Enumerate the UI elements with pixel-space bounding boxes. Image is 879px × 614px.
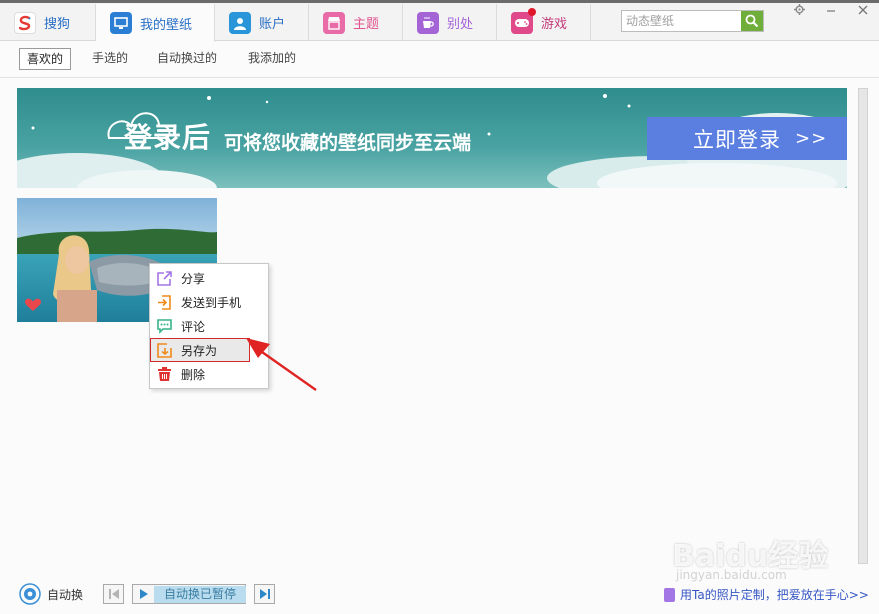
top-accent-line bbox=[0, 0, 879, 3]
search-input[interactable] bbox=[622, 11, 740, 31]
auto-change-gear-icon[interactable] bbox=[19, 583, 41, 605]
login-banner[interactable]: 登录后 可将您收藏的壁纸同步至云端 立即登录 >> bbox=[17, 88, 847, 188]
banner-subline: 可将您收藏的壁纸同步至云端 bbox=[224, 132, 472, 154]
skip-next-icon bbox=[259, 589, 270, 599]
share-icon bbox=[156, 270, 173, 287]
phone-case-icon bbox=[664, 587, 675, 602]
top-tab-bar: 搜狗 我的壁纸 账户 主题 别处 游戏 bbox=[0, 0, 879, 42]
menu-item-send-to-phone[interactable]: 发送到手机 bbox=[150, 290, 268, 314]
menu-item-comment-label: 评论 bbox=[181, 319, 206, 334]
gear-icon bbox=[793, 4, 805, 15]
auto-change-status: 自动换已暂停 bbox=[154, 586, 246, 603]
cup-icon bbox=[417, 11, 439, 34]
menu-item-save-as[interactable]: 另存为 bbox=[150, 338, 250, 362]
close-icon bbox=[858, 5, 868, 15]
subtab-liked[interactable]: 喜欢的 bbox=[19, 48, 72, 70]
login-now-label: 立即登录 bbox=[693, 127, 781, 152]
trash-icon bbox=[156, 366, 173, 383]
tab-themes-label: 主题 bbox=[353, 17, 380, 32]
tab-my-wallpapers[interactable]: 我的壁纸 bbox=[96, 4, 215, 42]
menu-item-send-to-phone-label: 发送到手机 bbox=[181, 295, 242, 310]
settings-gear-button[interactable] bbox=[789, 3, 809, 21]
skip-previous-icon bbox=[108, 589, 119, 599]
minimize-button[interactable] bbox=[821, 3, 841, 21]
tab-games[interactable]: 游戏 bbox=[497, 4, 591, 41]
sub-tab-bar: 喜欢的 手选的 自动换过的 我添加的 bbox=[0, 42, 879, 78]
comment-icon bbox=[156, 318, 173, 335]
tab-elsewhere-label: 别处 bbox=[447, 17, 474, 32]
user-icon bbox=[229, 11, 251, 34]
tab-games-label: 游戏 bbox=[541, 17, 568, 32]
subtab-hand-picked[interactable]: 手选的 bbox=[85, 48, 135, 70]
send-to-phone-icon bbox=[156, 294, 173, 311]
menu-item-share[interactable]: 分享 bbox=[150, 266, 268, 290]
minimize-icon bbox=[827, 10, 835, 12]
menu-item-delete-label: 删除 bbox=[181, 367, 206, 382]
menu-item-share-label: 分享 bbox=[181, 271, 206, 286]
heart-icon[interactable] bbox=[25, 298, 41, 312]
tab-elsewhere[interactable]: 别处 bbox=[403, 4, 497, 41]
notification-dot bbox=[528, 7, 536, 16]
search-icon bbox=[745, 14, 759, 28]
tab-themes[interactable]: 主题 bbox=[309, 4, 403, 41]
gamepad-icon bbox=[511, 7, 536, 34]
vertical-scrollbar[interactable] bbox=[858, 88, 868, 564]
search-button[interactable] bbox=[741, 11, 763, 31]
next-button[interactable] bbox=[254, 584, 275, 604]
close-button[interactable] bbox=[853, 3, 873, 21]
tab-sogou-label: 搜狗 bbox=[44, 17, 71, 32]
play-icon bbox=[140, 589, 148, 599]
auto-change-label: 自动换 bbox=[47, 588, 84, 602]
sogou-logo-icon bbox=[14, 11, 36, 34]
banner-headline: 登录后 bbox=[124, 121, 212, 154]
subtab-auto-changed[interactable]: 自动换过的 bbox=[150, 48, 224, 70]
tab-account-label: 账户 bbox=[259, 17, 286, 32]
login-now-button[interactable]: 立即登录 >> bbox=[647, 117, 847, 160]
save-as-icon bbox=[156, 342, 173, 359]
store-icon bbox=[323, 11, 345, 34]
search-box bbox=[621, 10, 764, 32]
photo-custom-promo-link[interactable]: 用Ta的照片定制，把爱放在手心>> bbox=[664, 586, 869, 603]
tab-my-wallpapers-label: 我的壁纸 bbox=[140, 17, 193, 33]
red-pointer-arrow-icon bbox=[246, 338, 317, 391]
tab-sogou[interactable]: 搜狗 bbox=[0, 4, 96, 41]
subtab-added-by-me[interactable]: 我添加的 bbox=[241, 48, 303, 70]
previous-button[interactable] bbox=[103, 584, 124, 604]
promo-text: 用Ta的照片定制，把爱放在手心>> bbox=[680, 588, 869, 602]
menu-item-save-as-label: 另存为 bbox=[181, 343, 218, 358]
login-arrow: >> bbox=[795, 128, 828, 149]
tab-account[interactable]: 账户 bbox=[215, 4, 309, 41]
bottom-bar: 自动换 自动换已暂停 用Ta的照片定制，把爱放在手心>> bbox=[0, 575, 879, 614]
monitor-icon bbox=[110, 12, 132, 34]
